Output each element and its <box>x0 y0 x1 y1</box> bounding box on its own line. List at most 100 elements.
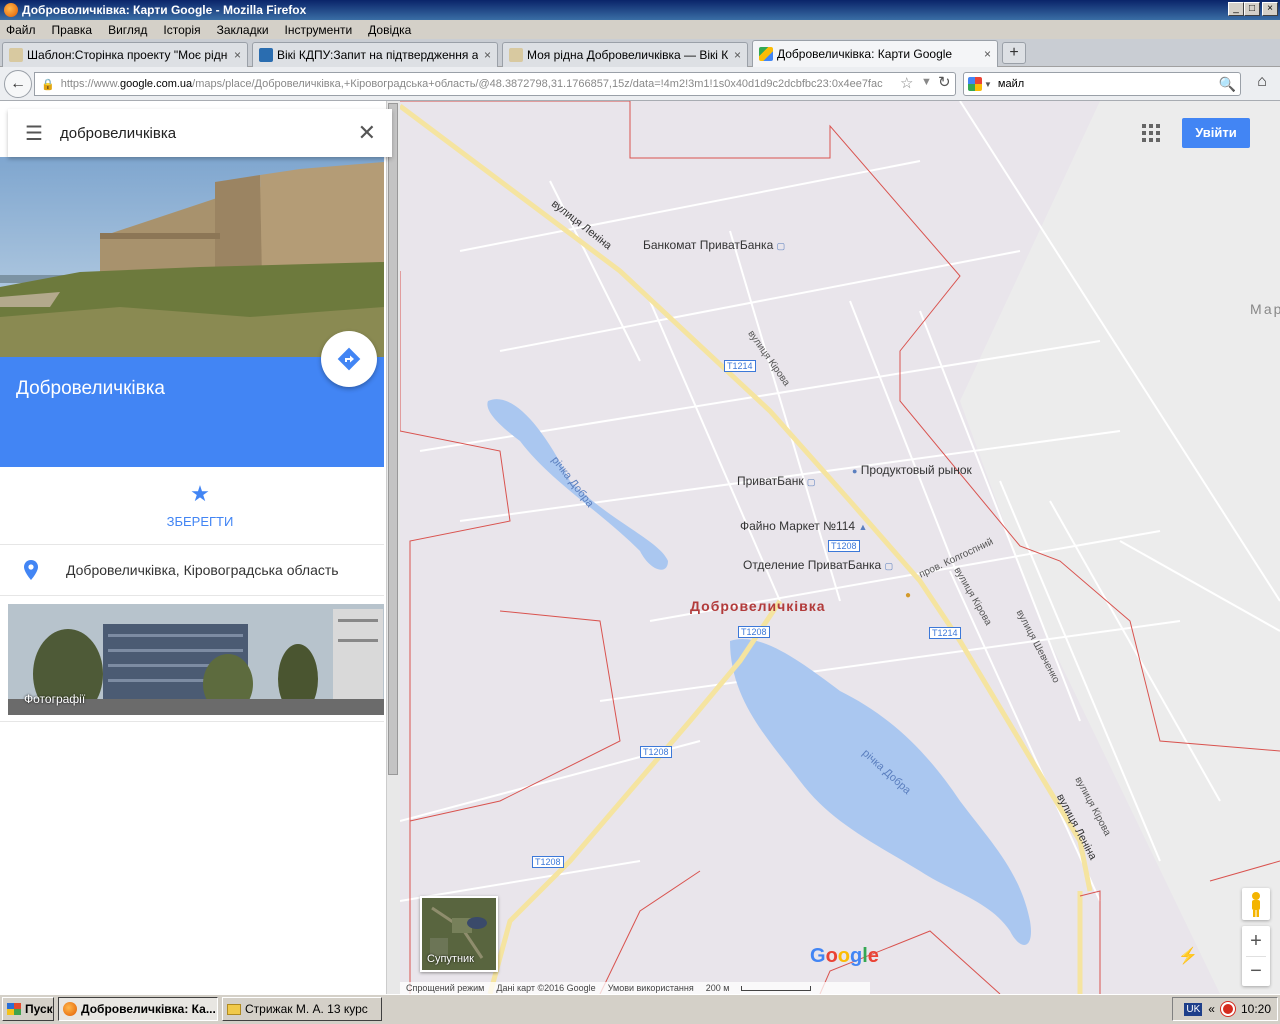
windows-logo-icon <box>7 1003 21 1015</box>
divider <box>0 721 384 722</box>
engine-dropdown-icon[interactable]: ▼ <box>984 80 992 89</box>
search-go-icon[interactable]: 🔍 <box>1219 76 1236 93</box>
folder-icon <box>227 1003 241 1015</box>
close-window-button[interactable]: × <box>1262 2 1278 16</box>
url-prefix: https://www. <box>60 78 120 90</box>
language-indicator[interactable]: UK <box>1184 1002 1203 1016</box>
new-tab-button[interactable]: + <box>1002 42 1026 64</box>
history-dropdown-icon[interactable]: ▼ <box>921 76 932 88</box>
opera-tray-icon[interactable] <box>1220 1002 1235 1016</box>
menu-view[interactable]: Вигляд <box>108 23 147 37</box>
tab-template-page[interactable]: Шаблон:Сторінка проекту "Моє рідне ... × <box>2 42 248 67</box>
street-view-pegman[interactable] <box>1242 888 1270 920</box>
star-icon: ★ <box>190 481 210 506</box>
zoom-in-button[interactable]: + <box>1242 926 1270 956</box>
tab-wiki-request[interactable]: Вікі КДПУ:Запит на підтвердження ад... × <box>252 42 498 67</box>
taskbar-item-label: Стрижак М. А. 13 курс <box>245 1002 368 1016</box>
poi-branch-label[interactable]: Отделение ПриватБанка ▢ <box>743 558 893 572</box>
photos-tile[interactable]: Фотографії <box>8 604 384 715</box>
maps-search-input[interactable]: добровеличківка <box>60 125 176 142</box>
web-search-value: майл <box>997 78 1025 90</box>
menu-edit[interactable]: Правка <box>52 23 93 37</box>
window-title: Доброволичківка: Карти Google - Mozilla … <box>22 3 307 17</box>
save-label: ЗБЕРЕГТИ <box>166 514 234 529</box>
menu-bookmarks[interactable]: Закладки <box>217 23 269 37</box>
kdpu-favicon-icon <box>259 48 273 62</box>
poi-atm-label[interactable]: Банкомат ПриватБанка ▢ <box>643 238 785 252</box>
route-shield: T1214 <box>929 627 961 639</box>
start-button[interactable]: Пуск <box>2 997 54 1021</box>
route-shield: T1214 <box>724 360 756 372</box>
tab-native-village[interactable]: Моя рідна Добровеличківка — Вікі КДПУ × <box>502 42 748 67</box>
maps-search-card: ☰ добровеличківка ✕ <box>8 109 392 157</box>
panel-scrollbar-thumb[interactable] <box>388 103 398 775</box>
window-titlebar: Доброволичківка: Карти Google - Mozilla … <box>0 0 1280 20</box>
tab-google-maps[interactable]: Добровеличківка: Карти Google × <box>752 40 998 67</box>
poi-market-label[interactable]: ● Продуктовый рынок <box>852 463 972 477</box>
route-shield: T1208 <box>640 746 672 758</box>
directions-button[interactable] <box>321 331 377 387</box>
google-logo: Google <box>810 945 879 967</box>
lightning-icon[interactable]: ⚡ <box>1178 946 1198 966</box>
url-bar[interactable]: 🔒 https://www. google.com.ua/maps/place/Д… <box>34 72 956 96</box>
taskbar-item-firefox[interactable]: Добровеличківка: Ка... <box>58 997 218 1021</box>
google-apps-icon[interactable] <box>1142 124 1160 142</box>
hamburger-menu-icon[interactable]: ☰ <box>8 121 60 146</box>
web-search-box[interactable]: ▼ майл 🔍 <box>963 72 1241 96</box>
url-path: /maps/place/Добровеличківка,+Кіровоградс… <box>192 78 883 90</box>
place-label-edge: Мар <box>1250 301 1280 317</box>
directions-icon <box>337 347 361 371</box>
menu-tools[interactable]: Інструменти <box>285 23 353 37</box>
system-tray: UK « 10:20 <box>1172 997 1278 1021</box>
tab-close-icon[interactable]: × <box>734 48 741 62</box>
clear-search-icon[interactable]: ✕ <box>358 120 376 146</box>
address-row[interactable]: Добровеличківка, Кіровоградська область <box>0 545 384 595</box>
scale-label[interactable]: 200 м <box>706 983 730 993</box>
poi-fayno-label[interactable]: Файно Маркет №114 ▲ <box>740 519 867 533</box>
place-hero-photo[interactable] <box>0 157 384 357</box>
menu-help[interactable]: Довідка <box>368 23 411 37</box>
wiki-favicon-icon <box>509 48 523 62</box>
pegman-icon <box>1252 892 1260 917</box>
minimize-button[interactable]: _ <box>1228 2 1244 16</box>
poi-privatbank-label[interactable]: ПриватБанк ▢ <box>737 474 815 488</box>
lite-mode-link[interactable]: Спрощений режим <box>406 983 484 993</box>
home-button[interactable]: ⌂ <box>1252 73 1272 93</box>
tab-close-icon[interactable]: × <box>484 48 491 62</box>
map-data-credit: Дані карт ©2016 Google <box>496 983 596 993</box>
menu-history[interactable]: Історія <box>163 23 200 37</box>
tab-close-icon[interactable]: × <box>984 47 991 61</box>
zoom-control: + − <box>1242 926 1270 986</box>
save-button[interactable]: ★ ЗБЕРЕГТИ <box>150 482 250 532</box>
search-engine-icon[interactable] <box>968 77 982 91</box>
sign-in-button[interactable]: Увійти <box>1182 118 1250 148</box>
tray-chevron[interactable]: « <box>1208 1002 1215 1016</box>
terms-link[interactable]: Умови використання <box>608 983 694 993</box>
home-icon: ⌂ <box>1257 73 1267 90</box>
bookmark-star-icon[interactable]: ☆ <box>900 74 913 92</box>
lock-icon: 🔒 <box>41 78 55 91</box>
town-label[interactable]: Добровеличківка <box>690 598 826 614</box>
taskbar-item-folder[interactable]: Стрижак М. А. 13 курс <box>222 997 382 1021</box>
place-title: Добровеличківка <box>16 378 166 399</box>
tab-label: Добровеличківка: Карти Google <box>777 47 953 61</box>
tab-close-icon[interactable]: × <box>234 48 241 62</box>
bank-icon: ▢ <box>884 561 894 571</box>
maximize-button[interactable]: □ <box>1244 2 1260 16</box>
atm-icon: ▢ <box>776 241 786 251</box>
back-button[interactable]: ← <box>4 70 32 98</box>
route-shield: T1208 <box>828 540 860 552</box>
location-pin-icon <box>24 560 38 580</box>
google-maps-favicon-icon <box>759 47 773 61</box>
menu-file[interactable]: Файл <box>6 23 36 37</box>
map-footer: Спрощений режим Дані карт ©2016 Google У… <box>400 982 870 994</box>
bank-icon: ▢ <box>806 477 816 487</box>
satellite-toggle[interactable]: Супутник <box>420 896 498 972</box>
restaurant-icon[interactable]: ● <box>905 590 911 601</box>
map-canvas[interactable]: вулиця Леніна Банкомат ПриватБанка ▢ вул… <box>400 101 1280 994</box>
reload-icon[interactable]: ↻ <box>938 73 951 91</box>
market-icon: ● <box>852 466 858 476</box>
shop-icon: ▲ <box>858 522 868 532</box>
zoom-out-button[interactable]: − <box>1242 957 1270 986</box>
firefox-logo-icon <box>4 3 18 17</box>
